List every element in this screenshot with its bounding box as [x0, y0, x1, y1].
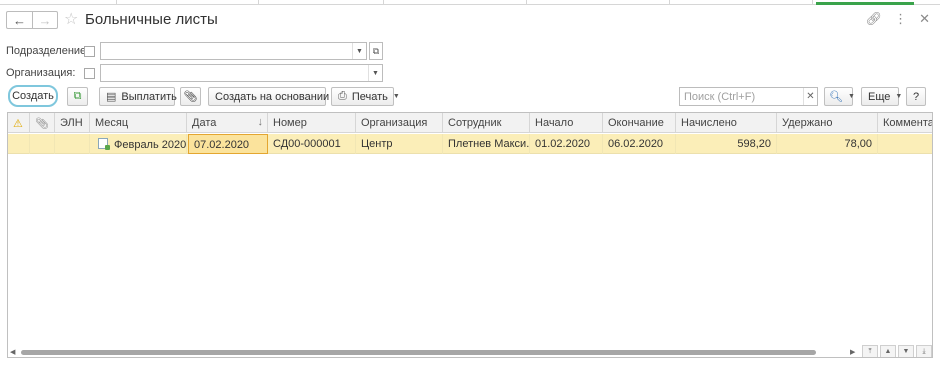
document-posted-icon [98, 138, 110, 150]
forward-button[interactable]: → [31, 12, 57, 28]
paperclip-icon: 📎︎ [183, 91, 198, 103]
cell-end[interactable]: 06.02.2020 [603, 134, 676, 154]
copy-button[interactable]: ⧉ [67, 87, 88, 106]
cell-accrued[interactable]: 598,20 [676, 134, 777, 154]
search-button[interactable]: 🔍︎ ▼ [824, 87, 855, 106]
create-based-on-label: Создать на основании [215, 90, 330, 103]
search-input[interactable]: Поиск (Ctrl+F) ✕ [679, 87, 818, 106]
cell-warning [8, 134, 30, 154]
cell-withheld[interactable]: 78,00 [777, 134, 878, 154]
window-controls: 🔗︎ ⋮ ✕ [866, 11, 930, 27]
organization-checkbox[interactable] [84, 68, 95, 79]
scroll-to-top-icon[interactable]: ⤒ [862, 345, 878, 357]
close-icon[interactable]: ✕ [919, 11, 930, 27]
more-button[interactable]: Еще ▼ [861, 87, 903, 106]
table-row[interactable]: Февраль 2020 07.02.2020 СД00-000001 Цент… [8, 134, 932, 154]
cell-start[interactable]: 01.02.2020 [530, 134, 603, 154]
more-label: Еще [868, 90, 891, 103]
command-bar: Создать ⧉ ▤ Выплатить 📎︎ Создать на основ… [0, 85, 940, 107]
arrow-left-icon: ← [12, 12, 26, 28]
help-label: ? [912, 90, 920, 103]
chevron-down-icon: ▼ [895, 93, 903, 100]
column-header[interactable]: ЭЛН [55, 113, 90, 133]
create-based-on-button[interactable]: Создать на основании▼ [208, 87, 341, 106]
pay-button[interactable]: ▤ Выплатить [99, 87, 177, 106]
search-icon: 🔍︎ [829, 91, 843, 103]
print-label: Печать [351, 90, 388, 103]
department-checkbox[interactable] [84, 46, 95, 57]
column-header[interactable]: Окончание [603, 113, 676, 133]
cell-date[interactable]: 07.02.2020 [188, 134, 268, 154]
help-button[interactable]: ? [906, 87, 926, 106]
clear-icon[interactable]: ✕ [803, 88, 817, 105]
column-header-label: Дата [192, 117, 217, 129]
pay-label: Выплатить [121, 90, 177, 103]
scroll-right-icon[interactable]: ▶ [850, 348, 855, 356]
warning-icon[interactable]: ⚠︎ [8, 113, 30, 133]
tab-segment[interactable] [117, 0, 259, 5]
title-bar: ← → ☆ Больничные листы 🔗︎ ⋮ ✕ [0, 8, 940, 32]
column-header[interactable]: Начало [530, 113, 603, 133]
horizontal-scrollbar[interactable]: ◀ ▶ [8, 347, 932, 357]
department-field[interactable]: ▼ [100, 42, 367, 60]
tab-segment[interactable] [670, 0, 813, 5]
cell-number[interactable]: СД00-000001 [268, 134, 356, 154]
month-value: Февраль 2020 [114, 139, 187, 151]
link-icon[interactable]: 🔗︎ [866, 11, 883, 27]
star-icon[interactable]: ☆ [64, 9, 78, 29]
tab-segment[interactable] [0, 0, 117, 5]
attach-button[interactable]: 📎︎ [180, 87, 201, 106]
column-header[interactable]: Дата ↓ [187, 113, 268, 133]
chevron-down-icon[interactable]: ▼ [368, 65, 382, 81]
back-button[interactable]: ← [7, 12, 32, 28]
printer-icon: ⎙ [338, 90, 347, 102]
open-icon[interactable]: ⧉ [369, 42, 383, 60]
documents-table: ⚠︎ 📎︎ ЭЛН Месяц Дата ↓ Номер Организация… [7, 112, 933, 358]
scroll-left-icon[interactable]: ◀ [10, 348, 15, 356]
chevron-down-icon[interactable]: ▼ [352, 43, 366, 59]
scroll-to-bottom-icon[interactable]: ⤓ [916, 345, 932, 357]
tab-segment[interactable] [527, 0, 670, 5]
tab-segment[interactable] [259, 0, 384, 5]
sort-desc-icon: ↓ [257, 116, 264, 128]
chevron-down-icon: ▼ [847, 93, 855, 100]
column-header[interactable]: Сотрудник [443, 113, 530, 133]
document-icon: ▤ [106, 91, 117, 103]
column-header[interactable]: Номер [268, 113, 356, 133]
cell-eln [55, 134, 90, 154]
department-label: Подразделение: [6, 45, 90, 57]
column-header[interactable]: Коммента [878, 113, 932, 133]
cell-organization[interactable]: Центр [356, 134, 443, 154]
paperclip-icon[interactable]: 📎︎ [30, 113, 55, 133]
organization-filter: Организация: ▼ [0, 64, 400, 84]
arrow-right-icon: → [38, 12, 52, 28]
organization-label: Организация: [6, 67, 76, 79]
create-button[interactable]: Создать [8, 85, 58, 107]
print-button[interactable]: ⎙ Печать ▼ [331, 87, 400, 106]
chevron-down-icon: ▼ [392, 93, 400, 100]
cell-attachment [30, 134, 55, 154]
department-filter: Подразделение: ▼ ⧉ [0, 42, 400, 62]
column-header[interactable]: Начислено [676, 113, 777, 133]
tab-strip [0, 0, 940, 5]
column-header[interactable]: Организация [356, 113, 443, 133]
cell-comment[interactable] [878, 134, 932, 154]
column-header[interactable]: Месяц [90, 113, 187, 133]
search-placeholder: Поиск (Ctrl+F) [684, 91, 756, 103]
table-header: ⚠︎ 📎︎ ЭЛН Месяц Дата ↓ Номер Организация… [8, 113, 932, 133]
active-tab-indicator [816, 2, 914, 5]
copy-icon: ⧉ [73, 90, 82, 102]
create-label: Создать [12, 90, 54, 102]
cell-month[interactable]: Февраль 2020 [90, 134, 187, 154]
scrollbar-thumb[interactable] [21, 350, 816, 355]
page-title: Больничные листы [85, 11, 218, 28]
kebab-icon[interactable]: ⋮ [894, 11, 907, 27]
tab-segment[interactable] [384, 0, 527, 5]
page-down-icon[interactable]: ▼ [898, 345, 914, 357]
cell-employee[interactable]: Плетнев Макси... [443, 134, 530, 154]
navigation-buttons: ← → [6, 11, 58, 29]
organization-field[interactable]: ▼ [100, 64, 383, 82]
page-up-icon[interactable]: ▲ [880, 345, 896, 357]
column-header[interactable]: Удержано [777, 113, 878, 133]
